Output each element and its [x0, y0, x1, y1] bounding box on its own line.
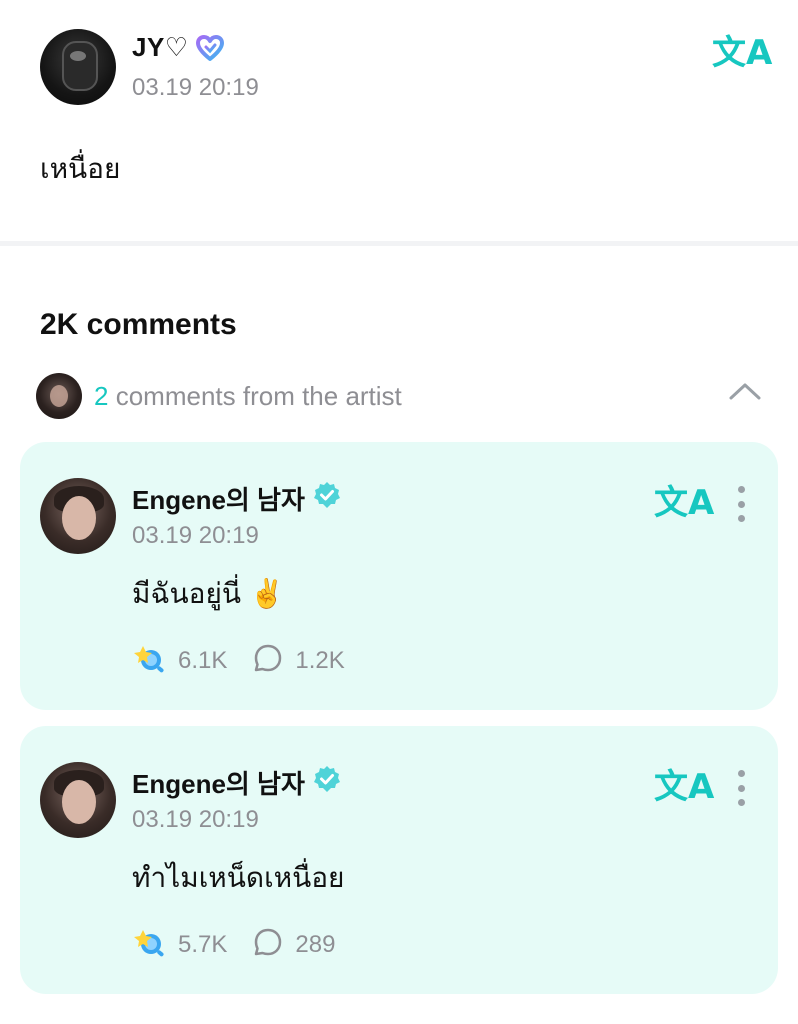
comment-card: Engene의 남자 03.19 20:19 文A ทำไมเหน็ดเหนื่…	[20, 726, 778, 994]
artist-comment-count: 2	[94, 380, 109, 411]
translate-icon[interactable]: 文A	[712, 36, 772, 70]
like-reaction-icon	[132, 643, 168, 680]
comment-author-avatar[interactable]	[40, 762, 116, 838]
reply-button[interactable]: 289	[253, 927, 335, 964]
comment-author-name-text: Engene의 남자	[132, 485, 305, 515]
comment-author-name[interactable]: Engene의 남자	[132, 480, 341, 517]
reply-bubble-icon	[253, 643, 283, 680]
comment-author-name[interactable]: Engene의 남자	[132, 764, 341, 801]
artist-comments-label: 2 comments from the artist	[94, 381, 402, 412]
comment-timestamp: 03.19 20:19	[132, 522, 259, 549]
reply-bubble-icon	[253, 927, 283, 964]
more-icon[interactable]	[732, 486, 750, 522]
post-author-avatar[interactable]	[40, 29, 116, 105]
artist-comment-text: comments from the artist	[115, 380, 402, 411]
artist-avatar	[36, 373, 82, 419]
comment-author-avatar[interactable]	[40, 478, 116, 554]
reply-button[interactable]: 1.2K	[253, 643, 345, 680]
more-icon[interactable]	[732, 770, 750, 806]
post-author-name-text: JY♡	[132, 32, 189, 62]
translate-icon[interactable]: 文A	[654, 486, 714, 520]
comment-author-name-text: Engene의 남자	[132, 769, 305, 799]
comment-card: Engene의 남자 03.19 20:19 文A มีฉันอยู่นี่ ✌…	[20, 442, 778, 710]
reply-count: 1.2K	[295, 647, 345, 674]
post-author-name[interactable]: JY♡	[132, 32, 225, 63]
comment-timestamp: 03.19 20:19	[132, 806, 259, 833]
chevron-up-icon[interactable]	[728, 381, 762, 406]
comment-text: ทำไมเหน็ดเหนื่อย	[132, 861, 345, 894]
post-timestamp: 03.19 20:19	[132, 74, 259, 101]
reply-count: 289	[295, 931, 336, 958]
like-button[interactable]: 5.7K	[132, 927, 227, 964]
like-count: 6.1K	[178, 647, 228, 674]
comment-reactions: 5.7K 289	[132, 928, 335, 962]
like-count: 5.7K	[178, 931, 228, 958]
translate-icon[interactable]: 文A	[654, 770, 714, 804]
like-reaction-icon	[132, 927, 168, 964]
post-body: เหนื่อย	[40, 152, 121, 185]
comment-reactions: 6.1K 1.2K	[132, 644, 345, 678]
membership-heart-icon	[195, 34, 225, 62]
verified-badge-icon	[313, 765, 341, 800]
comment-text: มีฉันอยู่นี่ ✌️	[132, 577, 285, 610]
comments-count: 2K comments	[40, 308, 237, 341]
section-divider	[0, 241, 798, 246]
artist-comments-toggle[interactable]: 2 comments from the artist	[36, 373, 766, 419]
verified-badge-icon	[313, 481, 341, 516]
like-button[interactable]: 6.1K	[132, 643, 227, 680]
